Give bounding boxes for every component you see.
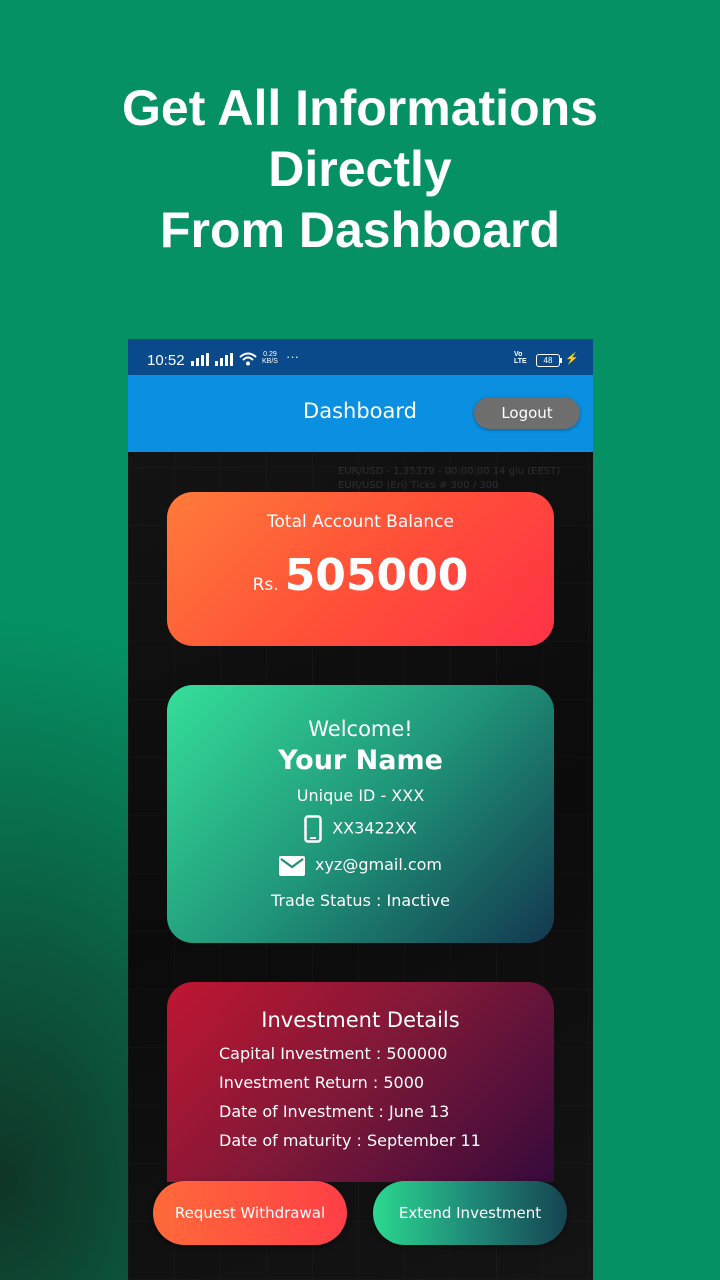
volte-label: Vo (514, 351, 523, 358)
battery-icon: 48 (536, 354, 560, 367)
headline-line-2: Directly (268, 141, 452, 197)
headline-line-3: From Dashboard (159, 202, 561, 258)
investment-date: Date of Investment : June 13 (219, 1102, 450, 1121)
request-withdrawal-button[interactable]: Request Withdrawal (153, 1181, 347, 1245)
investment-card: Investment Details Capital Investment : … (167, 982, 554, 1182)
lte-label: LTE (514, 358, 527, 365)
phone-number: XX3422XX (332, 818, 417, 838)
network-speed-value: 0.29 (263, 351, 277, 358)
wifi-icon (239, 352, 257, 366)
trade-status: Trade Status : Inactive (271, 891, 450, 910)
promo-headline: Get All Informations Directly From Dashb… (0, 78, 720, 261)
investment-title: Investment Details (261, 1008, 460, 1032)
phone-row: XX3422XX (167, 815, 554, 843)
user-name: Your Name (278, 745, 443, 776)
bolt-icon: ⚡ (565, 353, 579, 365)
network-speed: 0.29 KB/S (262, 351, 278, 365)
capital-investment: Capital Investment : 500000 (219, 1044, 448, 1063)
unique-id: Unique ID - XXX (296, 786, 425, 805)
profile-card: Welcome! Your Name Unique ID - XXX XX342… (167, 685, 554, 943)
ticker-line: EUR/USD - 1,35379 - 00:00:00 14 giu (EES… (338, 466, 561, 477)
background-ticker: EUR/USD - 1,35379 - 00:00:00 14 giu (EES… (338, 465, 560, 493)
volte-indicator: Vo LTE (514, 351, 527, 365)
page-title: Dashboard (303, 399, 417, 423)
battery-tip (560, 358, 562, 363)
smartphone-icon (304, 815, 322, 843)
balance-amount: 505000 (284, 550, 469, 601)
email-address: xyz@gmail.com (314, 855, 443, 874)
balance-value: Rs. 505000 (167, 550, 554, 601)
signal-icon (191, 353, 209, 366)
envelope-icon (278, 855, 305, 876)
balance-label: Total Account Balance (267, 512, 454, 532)
ticker-line: EUR/USD (Eri) Ticks # 300 / 300 (338, 480, 499, 491)
phone-screen: 10:52 0.29 KB/S ··· Vo LTE 48 ⚡ Dashboar… (128, 339, 593, 1280)
app-bar: Dashboard Logout (128, 375, 593, 452)
investment-return: Investment Return : 5000 (219, 1073, 425, 1092)
more-notifications-icon: ··· (286, 349, 299, 364)
headline-line-1: Get All Informations (122, 80, 598, 136)
signal-icon (215, 353, 233, 366)
logout-button[interactable]: Logout (474, 397, 580, 429)
email-row: xyz@gmail.com (167, 855, 554, 876)
status-time: 10:52 (147, 352, 185, 369)
balance-card: Total Account Balance Rs. 505000 (167, 492, 554, 646)
welcome-text: Welcome! (308, 717, 413, 741)
maturity-date: Date of maturity : September 11 (219, 1131, 481, 1150)
extend-investment-button[interactable]: Extend Investment (373, 1181, 567, 1245)
network-speed-unit: KB/S (262, 358, 278, 365)
currency-label: Rs. (252, 575, 279, 595)
status-bar: 10:52 0.29 KB/S ··· Vo LTE 48 ⚡ (128, 339, 593, 375)
